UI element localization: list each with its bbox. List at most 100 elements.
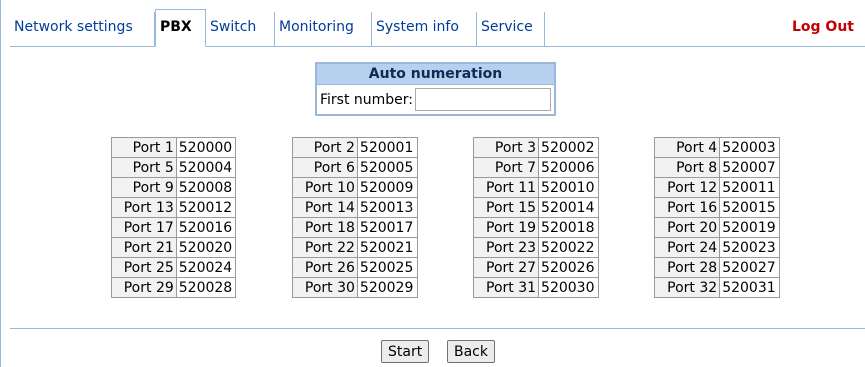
port-row: Port 25 520024 Port 26 520025 Port 27 520026 P…: [111, 257, 780, 278]
port-label: Port 14: [292, 197, 358, 218]
port-row: Port 5 520004 Port 6 520005 Port 7 520006 Port…: [111, 157, 780, 178]
port-label: Port 25: [111, 257, 177, 278]
port-number: 520028: [175, 277, 237, 298]
port-spacer: [417, 138, 474, 158]
port-label: Port 6: [292, 157, 358, 178]
port-label: Port 11: [473, 177, 540, 198]
port-number: 520029: [356, 277, 418, 298]
tab-pbx[interactable]: PBX: [155, 9, 206, 47]
port-number: 520010: [538, 177, 599, 198]
port-label: Port 20: [654, 217, 721, 238]
first-number-input[interactable]: [415, 88, 552, 111]
port-number: 520000: [175, 137, 237, 158]
port-spacer: [417, 238, 474, 258]
port-spacer: [236, 158, 293, 178]
port-label: Port 8: [654, 157, 721, 178]
port-label: Port 4: [654, 137, 721, 158]
port-label: Port 29: [111, 277, 177, 298]
port-spacer: [236, 138, 293, 158]
port-number: 520025: [356, 257, 418, 278]
port-spacer: [236, 258, 293, 278]
port-number: 520008: [175, 177, 237, 198]
port-number: 520030: [538, 277, 599, 298]
port-number: 520009: [356, 177, 418, 198]
tab-system-info[interactable]: System info: [372, 12, 477, 46]
port-row: Port 17 520016 Port 18 520017 Port 19 520018 P…: [111, 217, 780, 238]
port-number: 520002: [538, 137, 599, 158]
port-label: Port 27: [473, 257, 540, 278]
port-number: 520027: [719, 257, 780, 278]
port-label: Port 7: [473, 157, 540, 178]
port-label: Port 3: [473, 137, 540, 158]
port-number: 520026: [538, 257, 599, 278]
port-spacer: [236, 178, 293, 198]
port-label: Port 19: [473, 217, 540, 238]
port-label: Port 32: [654, 277, 721, 298]
port-number: 520011: [719, 177, 780, 198]
port-row: Port 21 520020 Port 22 520021 Port 23 520022 P…: [111, 237, 780, 258]
port-row: Port 1 520000 Port 2 520001 Port 3 520002 Port…: [111, 137, 780, 158]
port-label: Port 12: [654, 177, 721, 198]
port-number: 520014: [538, 197, 599, 218]
port-number: 520016: [175, 217, 237, 238]
port-spacer: [236, 218, 293, 238]
port-number: 520022: [538, 237, 599, 258]
port-spacer: [598, 178, 655, 198]
port-number: 520018: [538, 217, 599, 238]
port-spacer: [417, 178, 474, 198]
port-number: 520013: [356, 197, 418, 218]
tab-monitoring[interactable]: Monitoring: [275, 12, 372, 46]
port-number: 520005: [356, 157, 418, 178]
port-spacer: [417, 158, 474, 178]
port-spacer: [236, 278, 293, 298]
port-spacer: [417, 218, 474, 238]
tab-switch[interactable]: Switch: [206, 12, 275, 46]
auto-numeration-title: Auto numeration: [316, 63, 556, 85]
port-label: Port 9: [111, 177, 177, 198]
first-number-label: First number:: [320, 91, 414, 108]
port-number: 520031: [719, 277, 780, 298]
port-label: Port 31: [473, 277, 540, 298]
port-label: Port 28: [654, 257, 721, 278]
port-spacer: [598, 218, 655, 238]
tab-bar: Network settings PBX Switch Monitoring S…: [10, 9, 865, 47]
port-spacer: [417, 258, 474, 278]
port-spacer: [598, 138, 655, 158]
start-button[interactable]: Start: [381, 340, 430, 363]
port-spacer: [598, 238, 655, 258]
auto-numeration-panel: Auto numeration First number:: [315, 62, 557, 116]
port-label: Port 26: [292, 257, 358, 278]
port-number: 520003: [719, 137, 780, 158]
port-label: Port 30: [292, 277, 358, 298]
port-number: 520023: [719, 237, 780, 258]
port-label: Port 13: [111, 197, 177, 218]
port-label: Port 1: [111, 137, 177, 158]
bottom-divider: [10, 328, 865, 329]
port-spacer: [598, 278, 655, 298]
port-number: 520001: [356, 137, 418, 158]
port-number: 520015: [719, 197, 780, 218]
tab-service[interactable]: Service: [477, 12, 545, 46]
logout-link[interactable]: Log Out: [792, 12, 854, 46]
port-row: Port 9 520008 Port 10 520009 Port 11 520010 Po…: [111, 177, 780, 198]
port-label: Port 23: [473, 237, 540, 258]
port-label: Port 21: [111, 237, 177, 258]
port-label: Port 5: [111, 157, 177, 178]
port-spacer: [417, 278, 474, 298]
port-spacer: [598, 158, 655, 178]
port-label: Port 10: [292, 177, 358, 198]
port-number: 520017: [356, 217, 418, 238]
port-label: Port 22: [292, 237, 358, 258]
port-number: 520024: [175, 257, 237, 278]
port-label: Port 24: [654, 237, 721, 258]
port-number: 520021: [356, 237, 418, 258]
back-button[interactable]: Back: [447, 340, 495, 363]
port-label: Port 15: [473, 197, 540, 218]
port-number: 520019: [719, 217, 780, 238]
port-spacer: [598, 258, 655, 278]
port-number: 520004: [175, 157, 237, 178]
port-spacer: [236, 238, 293, 258]
tab-network-settings[interactable]: Network settings: [10, 12, 155, 46]
port-label: Port 2: [292, 137, 358, 158]
port-spacer: [417, 198, 474, 218]
